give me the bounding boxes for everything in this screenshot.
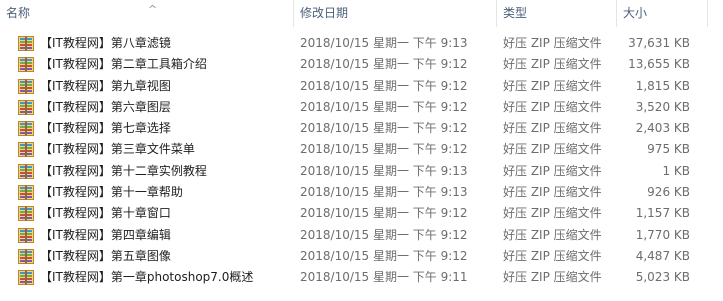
file-name: 【IT教程网】第七章选择 <box>40 121 171 136</box>
file-row[interactable]: 【IT教程网】第六章图层 2018/10/15 星期一 下午 9:12 好压 Z… <box>0 97 723 118</box>
file-row[interactable]: 【IT教程网】第八章滤镜 2018/10/15 星期一 下午 9:13 好压 Z… <box>0 33 723 54</box>
file-type: 好压 ZIP 压缩文件 <box>503 227 602 242</box>
column-header-date[interactable]: 修改日期 <box>294 0 496 28</box>
file-name: 【IT教程网】第九章视图 <box>40 78 171 93</box>
column-divider[interactable] <box>707 0 708 27</box>
column-header-bar: 名称 ^ 修改日期 类型 大小 <box>0 0 723 28</box>
zip-archive-icon <box>18 99 34 115</box>
file-name: 【IT教程网】第十章窗口 <box>40 206 171 221</box>
zip-archive-icon <box>18 206 34 222</box>
file-modified-date: 2018/10/15 星期一 下午 9:12 <box>300 99 468 114</box>
file-name: 【IT教程网】第十二章实例教程 <box>40 163 207 178</box>
file-type: 好压 ZIP 压缩文件 <box>503 185 602 200</box>
file-type: 好压 ZIP 压缩文件 <box>503 163 602 178</box>
file-modified-date: 2018/10/15 星期一 下午 9:13 <box>300 36 468 50</box>
file-modified-date: 2018/10/15 星期一 下午 9:12 <box>300 78 468 93</box>
file-list-view: 名称 ^ 修改日期 类型 大小 【IT教程网】第八章滤镜 2018/10/15 … <box>0 0 723 301</box>
file-size: 1 KB <box>662 163 690 178</box>
file-size: 1,157 KB <box>635 206 690 221</box>
column-header-size[interactable]: 大小 <box>617 0 707 28</box>
zip-archive-icon <box>18 57 34 73</box>
file-size: 1,815 KB <box>635 78 690 93</box>
file-modified-date: 2018/10/15 星期一 下午 9:12 <box>300 248 468 263</box>
sort-ascending-caret-icon: ^ <box>148 3 158 16</box>
column-header-name[interactable]: 名称 ^ <box>0 0 293 28</box>
file-name: 【IT教程网】第八章滤镜 <box>40 36 171 50</box>
file-modified-date: 2018/10/15 星期一 下午 9:13 <box>300 185 468 200</box>
file-row[interactable]: 【IT教程网】第二章工具箱介绍 2018/10/15 星期一 下午 9:12 好… <box>0 54 723 75</box>
column-header-type-label: 类型 <box>503 6 528 20</box>
column-header-name-label: 名称 <box>6 6 31 20</box>
file-modified-date: 2018/10/15 星期一 下午 9:12 <box>300 57 468 72</box>
file-size: 13,655 KB <box>628 57 690 72</box>
file-type: 好压 ZIP 压缩文件 <box>503 121 602 136</box>
file-type: 好压 ZIP 压缩文件 <box>503 248 602 263</box>
file-modified-date: 2018/10/15 星期一 下午 9:12 <box>300 227 468 242</box>
file-size: 975 KB <box>647 142 690 157</box>
file-size: 4,487 KB <box>635 248 690 263</box>
file-type: 好压 ZIP 压缩文件 <box>503 57 602 72</box>
zip-archive-icon <box>18 270 34 286</box>
file-modified-date: 2018/10/15 星期一 下午 9:12 <box>300 142 468 157</box>
file-row[interactable]: 【IT教程网】第五章图像 2018/10/15 星期一 下午 9:12 好压 Z… <box>0 246 723 267</box>
file-size: 926 KB <box>647 185 690 200</box>
file-name: 【IT教程网】第一章photoshop7.0概述 <box>40 270 254 285</box>
zip-archive-icon <box>18 78 34 94</box>
file-name: 【IT教程网】第二章工具箱介绍 <box>40 57 207 72</box>
file-size: 3,520 KB <box>635 99 690 114</box>
zip-archive-icon <box>18 142 34 158</box>
column-header-size-label: 大小 <box>623 6 648 20</box>
file-type: 好压 ZIP 压缩文件 <box>503 36 602 50</box>
file-size: 2,403 KB <box>635 121 690 136</box>
file-modified-date: 2018/10/15 星期一 下午 9:12 <box>300 206 468 221</box>
file-row[interactable]: 【IT教程网】第十二章实例教程 2018/10/15 星期一 下午 9:13 好… <box>0 161 723 182</box>
file-modified-date: 2018/10/15 星期一 下午 9:11 <box>300 270 468 285</box>
zip-archive-icon <box>18 248 34 264</box>
file-row[interactable]: 【IT教程网】第九章视图 2018/10/15 星期一 下午 9:12 好压 Z… <box>0 76 723 97</box>
zip-archive-icon <box>18 227 34 243</box>
zip-archive-icon <box>18 121 34 137</box>
file-modified-date: 2018/10/15 星期一 下午 9:12 <box>300 121 468 136</box>
file-type: 好压 ZIP 压缩文件 <box>503 142 602 157</box>
file-type: 好压 ZIP 压缩文件 <box>503 99 602 114</box>
zip-archive-icon <box>18 185 34 201</box>
zip-archive-icon <box>18 163 34 179</box>
file-name: 【IT教程网】第十一章帮助 <box>40 185 183 200</box>
file-row[interactable]: 【IT教程网】第七章选择 2018/10/15 星期一 下午 9:12 好压 Z… <box>0 118 723 139</box>
file-row[interactable]: 【IT教程网】第十一章帮助 2018/10/15 星期一 下午 9:13 好压 … <box>0 182 723 203</box>
file-name: 【IT教程网】第六章图层 <box>40 99 171 114</box>
file-size: 5,023 KB <box>635 270 690 285</box>
file-row[interactable]: 【IT教程网】第十章窗口 2018/10/15 星期一 下午 9:12 好压 Z… <box>0 203 723 224</box>
file-size: 37,631 KB <box>628 36 690 50</box>
file-type: 好压 ZIP 压缩文件 <box>503 206 602 221</box>
file-type: 好压 ZIP 压缩文件 <box>503 78 602 93</box>
file-row[interactable]: 【IT教程网】第三章文件菜单 2018/10/15 星期一 下午 9:12 好压… <box>0 139 723 160</box>
file-type: 好压 ZIP 压缩文件 <box>503 270 602 285</box>
file-rows: 【IT教程网】第八章滤镜 2018/10/15 星期一 下午 9:13 好压 Z… <box>0 33 723 289</box>
file-size: 1,770 KB <box>635 227 690 242</box>
zip-archive-icon <box>18 36 34 51</box>
file-name: 【IT教程网】第三章文件菜单 <box>40 142 195 157</box>
file-name: 【IT教程网】第五章图像 <box>40 248 171 263</box>
column-header-type[interactable]: 类型 <box>497 0 616 28</box>
file-name: 【IT教程网】第四章编辑 <box>40 227 171 242</box>
file-row[interactable]: 【IT教程网】第四章编辑 2018/10/15 星期一 下午 9:12 好压 Z… <box>0 225 723 246</box>
column-header-date-label: 修改日期 <box>300 6 349 20</box>
file-row[interactable]: 【IT教程网】第一章photoshop7.0概述 2018/10/15 星期一 … <box>0 267 723 288</box>
file-modified-date: 2018/10/15 星期一 下午 9:13 <box>300 163 468 178</box>
